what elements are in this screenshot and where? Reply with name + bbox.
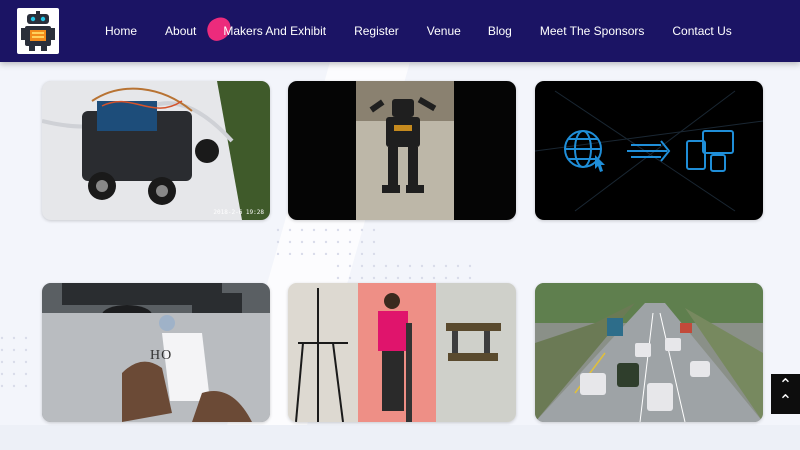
robot-logo-icon (21, 11, 55, 51)
nav-blog[interactable]: Blog (488, 24, 512, 38)
gallery-photo-robot-car[interactable]: 2018-2-6 19:28 (42, 81, 270, 220)
double-chevron-up-icon: ⌃ ⌃ (778, 377, 793, 410)
gallery-photo-web-graphic[interactable] (535, 81, 763, 220)
card-text: HO (150, 348, 173, 363)
gallery-photo-exhibit-collage[interactable] (288, 283, 516, 422)
web-to-device-graphic (535, 81, 763, 220)
nav-venue[interactable]: Venue (427, 24, 461, 38)
main-nav: Home About Makers And Exhibit Register V… (92, 0, 732, 62)
humanoid-robot-photo (288, 81, 516, 220)
gallery-photo-name-card[interactable]: HO (42, 283, 270, 422)
robot-car-photo (42, 81, 270, 220)
nav-contact-us[interactable]: Contact Us (672, 24, 731, 38)
arrow-right-icon (627, 140, 671, 162)
nav-makers-label: Makers And Exhibit (223, 24, 327, 38)
traffic-detection-photo (535, 283, 763, 422)
top-navbar: Home About Makers And Exhibit Register V… (0, 0, 800, 62)
nav-about[interactable]: About (165, 24, 196, 38)
nav-meet-the-sponsors[interactable]: Meet The Sponsors (540, 24, 645, 38)
gallery-photo-traffic[interactable] (535, 283, 763, 422)
gallery-photo-humanoid-robot[interactable] (288, 81, 516, 220)
nav-register[interactable]: Register (354, 24, 399, 38)
photo-timestamp: 2018-2-6 19:28 (213, 209, 264, 216)
exhibit-collage-photo (288, 283, 516, 422)
scroll-to-top-button[interactable]: ⌃ ⌃ (771, 374, 800, 414)
nav-home[interactable]: Home (105, 24, 137, 38)
site-logo[interactable] (17, 8, 59, 54)
nav-makers-and-exhibit[interactable]: Makers And Exhibit (204, 14, 327, 44)
